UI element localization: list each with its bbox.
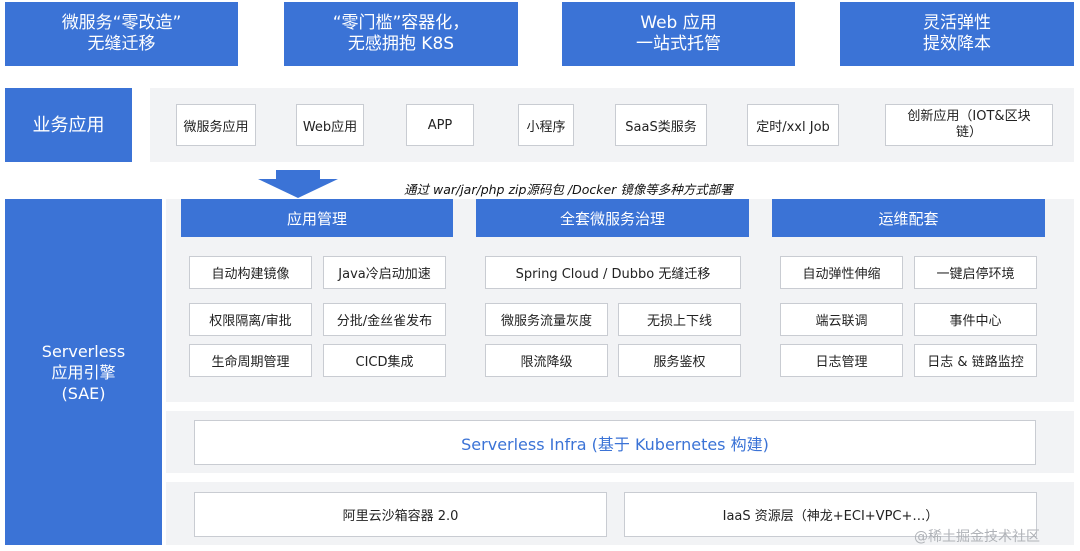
feature-service-auth: 服务鉴权 — [618, 344, 741, 377]
feature-rate-limit: 限流降级 — [485, 344, 608, 377]
column-header-app-management: 应用管理 — [181, 199, 453, 237]
feature-lossless-online: 无损上下线 — [618, 303, 741, 336]
business-item-microservice: 微服务应用 — [176, 104, 256, 146]
feature-auto-scaling: 自动弹性伸缩 — [780, 256, 903, 289]
business-item-job: 定时/xxl Job — [747, 104, 839, 146]
feature-cloud-debug: 端云联调 — [780, 303, 903, 336]
business-label: 业务应用 — [5, 88, 132, 162]
sandbox-container-box: 阿里云沙箱容器 2.0 — [194, 492, 607, 537]
serverless-infra-box: Serverless Infra (基于 Kubernetes 构建) — [194, 420, 1036, 465]
column-header-microservice-governance: 全套微服务治理 — [476, 199, 749, 237]
feature-cicd: CICD集成 — [323, 344, 446, 377]
down-arrow-icon — [258, 170, 338, 198]
feature-traffic-gray: 微服务流量灰度 — [485, 303, 608, 336]
feature-log-trace-monitor: 日志 & 链路监控 — [914, 344, 1037, 377]
top-box-migration: 微服务“零改造” 无缝迁移 — [5, 2, 238, 66]
feature-auto-build-image: 自动构建镜像 — [189, 256, 312, 289]
business-item-web: Web应用 — [296, 104, 364, 146]
feature-one-click-env: 一键启停环境 — [914, 256, 1037, 289]
feature-permission-isolation: 权限隔离/审批 — [189, 303, 312, 336]
watermark: @稀土掘金技术社区 — [914, 529, 1040, 545]
feature-spring-cloud-dubbo: Spring Cloud / Dubbo 无缝迁移 — [485, 256, 741, 289]
feature-java-coldstart: Java冷启动加速 — [323, 256, 446, 289]
column-header-ops: 运维配套 — [772, 199, 1045, 237]
top-box-web-hosting: Web 应用 一站式托管 — [562, 2, 795, 66]
top-box-elasticity: 灵活弹性 提效降本 — [840, 2, 1074, 66]
feature-lifecycle: 生命周期管理 — [189, 344, 312, 377]
business-item-app: APP — [406, 104, 474, 146]
business-item-saas: SaaS类服务 — [615, 104, 707, 146]
engine-label: Serverless 应用引擎 (SAE) — [5, 199, 162, 545]
business-item-miniprogram: 小程序 — [518, 104, 574, 146]
top-box-containerization: “零门槛”容器化， 无感拥抱 K8S — [284, 2, 518, 66]
feature-log-management: 日志管理 — [780, 344, 903, 377]
deploy-caption: 通过 war/jar/php zip源码包 /Docker 镜像等多种方式部署 — [404, 182, 733, 197]
feature-canary-release: 分批/金丝雀发布 — [323, 303, 446, 336]
feature-event-center: 事件中心 — [914, 303, 1037, 336]
business-item-innovation: 创新应用（IOT&区块 链） — [885, 104, 1053, 146]
